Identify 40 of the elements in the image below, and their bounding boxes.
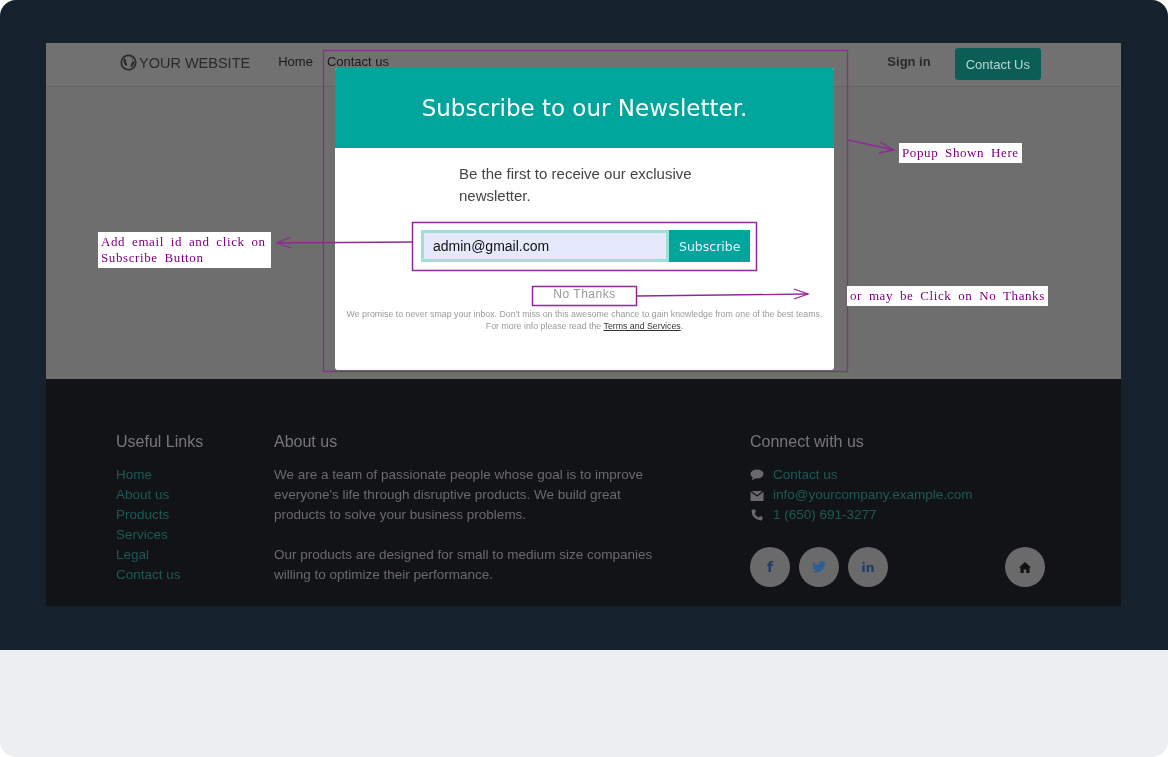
nav-link[interactable]: Home	[278, 54, 313, 69]
annotation-label: Popup Shown Here	[899, 143, 1022, 163]
brand-name[interactable]: YOUR WEBSITE	[139, 54, 251, 71]
annotation-label: Add email id and click on Subscribe Button	[98, 232, 271, 268]
sign-in-link[interactable]: Sign in	[887, 54, 931, 69]
envelope-icon	[750, 489, 764, 501]
contact-us-button[interactable]: Contact Us	[954, 48, 1041, 80]
disclaimer-text: We promise to never smap your inbox. Don't miss on this awesome chance to gain knowledge from one of the best teams. For more info please read the Terms and Services.	[345, 308, 824, 332]
subscribe-button[interactable]: Subscribe	[669, 230, 751, 262]
home-button[interactable]	[1005, 547, 1045, 587]
about-paragraph: Our products are designed for small to medium size companies willing to optimize their performance.	[274, 546, 654, 584]
footer-heading: Connect with us	[750, 433, 865, 451]
linkedin-button[interactable]: in	[848, 547, 888, 587]
email-field[interactable]: admin@gmail.com	[421, 230, 669, 262]
globe-icon	[120, 54, 137, 71]
popup-title: Subscribe to our Newsletter.	[421, 95, 748, 121]
speech-bubble-icon	[750, 469, 764, 481]
facebook-button[interactable]: f	[750, 547, 790, 587]
footer-link[interactable]: Products	[116, 505, 274, 525]
bird-icon	[812, 561, 826, 573]
footer-link[interactable]: Services	[116, 525, 274, 545]
footer-link[interactable]: Legal	[116, 545, 274, 565]
twitter-button[interactable]	[799, 547, 839, 587]
contact-link[interactable]: 1 (650) 691-3277	[773, 505, 877, 525]
nav-link[interactable]: Contact us	[326, 54, 390, 69]
annotation-arrow	[847, 139, 896, 154]
terms-link[interactable]: Terms and Services	[603, 321, 681, 331]
about-paragraph: We are a team of passionate people whose goal is to improve everyone's life through disruptive products. We build great products to solve your business problems.	[274, 466, 644, 524]
footer-link[interactable]: About us	[116, 485, 274, 505]
contact-link[interactable]: Contact us	[773, 465, 838, 485]
footer-link[interactable]: Contact us	[116, 565, 274, 585]
footer-link[interactable]: Home	[116, 465, 274, 485]
contact-link[interactable]: info@yourcompany.example.com	[773, 485, 973, 505]
footer-heading: About us	[274, 433, 339, 451]
annotation-label: or may be Click on No Thanks	[847, 286, 1048, 306]
house-icon	[1019, 561, 1031, 573]
phone-icon	[750, 509, 764, 521]
no-thanks-button[interactable]: No Thanks	[541, 286, 628, 302]
footer-heading: Useful Links	[116, 433, 205, 451]
popup-intro: Be the first to receive our exclusive newsletter.	[459, 164, 693, 206]
